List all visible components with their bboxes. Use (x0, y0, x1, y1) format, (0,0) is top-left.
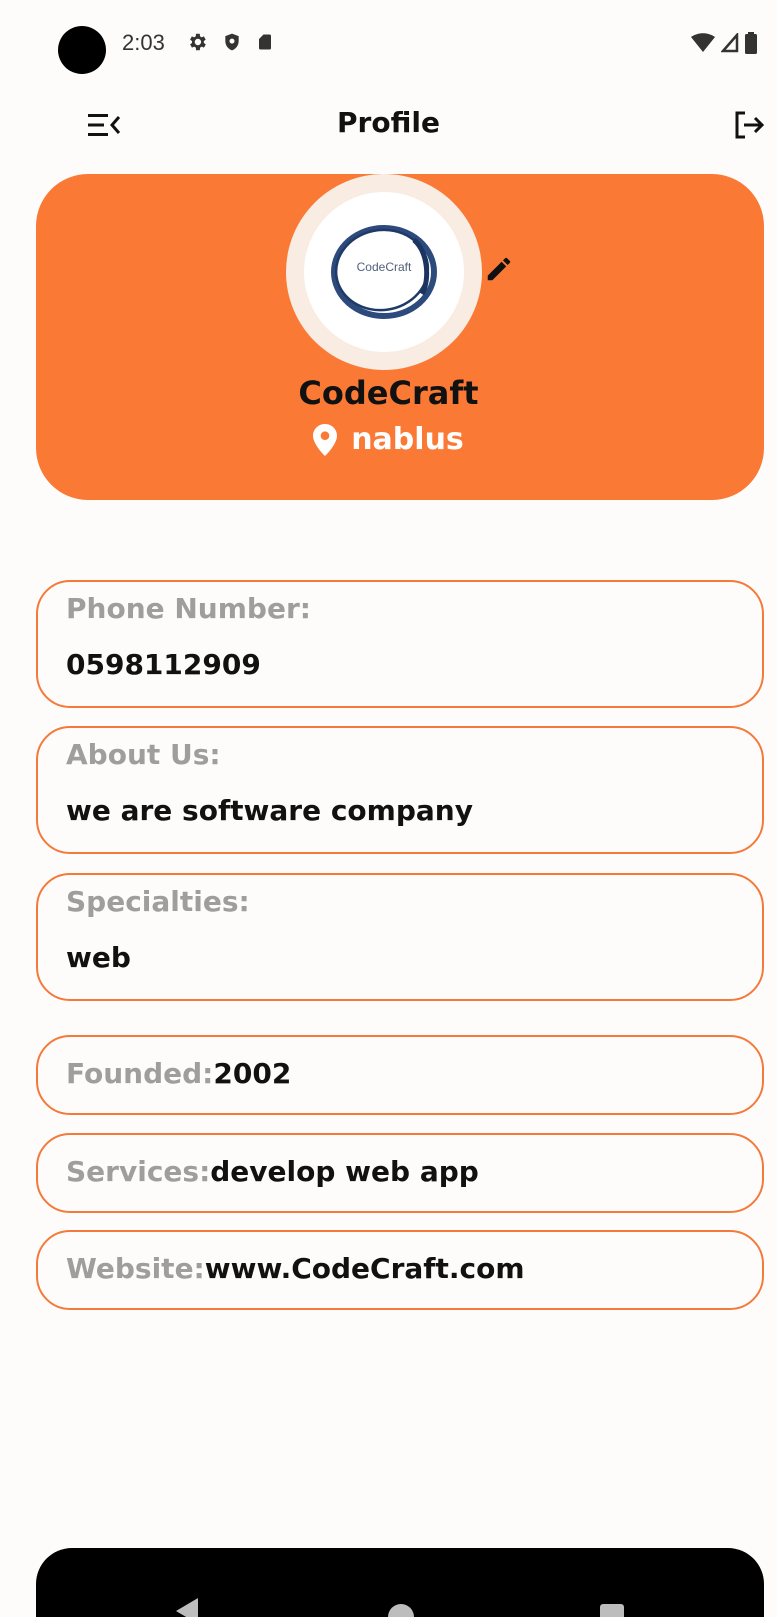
founded-row: Founded:2002 (66, 1057, 291, 1090)
location-pin-icon (313, 423, 338, 456)
services-card: Services:develop web app (36, 1133, 764, 1213)
services-row: Services:develop web app (66, 1155, 479, 1188)
sd-card-icon (259, 34, 271, 50)
company-name: CodeCraft (298, 374, 479, 412)
specialties-label: Specialties: (66, 885, 250, 918)
recents-square-icon[interactable] (600, 1604, 624, 1617)
about-card: About Us: we are software company (36, 726, 764, 854)
website-card: Website:www.CodeCraft.com (36, 1230, 764, 1310)
wifi-icon (691, 33, 715, 52)
phone-label: Phone Number: (66, 592, 311, 625)
website-row: Website:www.CodeCraft.com (66, 1252, 525, 1285)
logo-text: CodeCraft (356, 260, 412, 274)
phone-value: 0598112909 (66, 648, 261, 681)
battery-icon (745, 32, 757, 54)
status-right-icons (691, 32, 757, 54)
gear-icon (190, 33, 206, 51)
signal-icon (721, 33, 739, 53)
founded-value: 2002 (213, 1057, 292, 1090)
camera-cutout (58, 26, 106, 74)
status-time: 2:03 (122, 30, 165, 55)
specialties-card: Specialties: web (36, 873, 764, 1001)
services-value: develop web app (210, 1155, 479, 1188)
shield-icon (225, 33, 239, 51)
page-title: Profile (337, 106, 440, 139)
back-triangle-icon[interactable] (176, 1598, 198, 1617)
founded-card: Founded:2002 (36, 1035, 764, 1115)
location-row: nablus (0, 422, 777, 457)
status-icons (186, 31, 274, 53)
specialties-value: web (66, 941, 131, 974)
about-value: we are software company (66, 794, 473, 827)
location-text: nablus (351, 422, 464, 457)
services-label: Services: (66, 1155, 211, 1188)
phone-card: Phone Number: 0598112909 (36, 580, 764, 708)
founded-label: Founded: (66, 1057, 214, 1090)
website-value[interactable]: www.CodeCraft.com (205, 1252, 525, 1285)
pencil-icon[interactable] (484, 254, 514, 284)
website-label: Website: (66, 1252, 205, 1285)
about-label: About Us: (66, 738, 221, 771)
logout-icon[interactable] (733, 110, 765, 140)
